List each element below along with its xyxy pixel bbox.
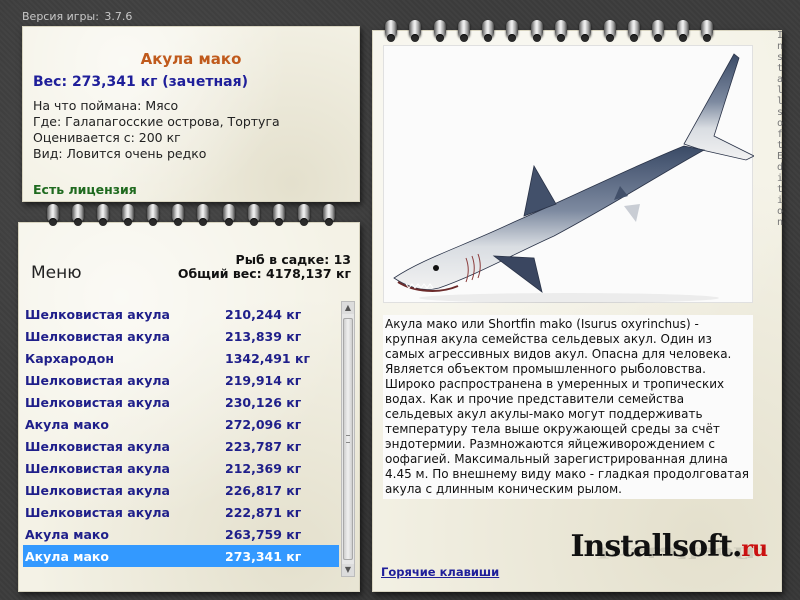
scroll-down-icon[interactable]: ▼ [342,564,354,576]
spiral-ring-icon [196,204,210,226]
fish-list-item-name: Шелковистая акула [25,504,170,520]
fish-list-item-weight: 273,341 кг [225,548,302,564]
fish-list-item[interactable]: Акула мако 263,759 кг [23,523,339,545]
fish-list-item[interactable]: Шелковистая акула 226,817 кг [23,479,339,501]
fish-list-item-name: Шелковистая акула [25,306,170,322]
total-weight: Общий вес: 4178,137 кг [177,266,351,281]
fish-list-item-name: Шелковистая акула [25,394,170,410]
fish-list-item[interactable]: Шелковистая акула 230,126 кг [23,391,339,413]
fish-count: Рыб в садке: 13 [235,252,351,267]
fish-title: Акула мако [140,50,242,68]
catch-list-panel: Меню Рыб в садке: 13 Общий вес: 4178,137… [18,222,360,592]
menu-button[interactable]: Меню [31,263,82,283]
fish-description-panel: Акула мако или Shortfin mako (Isurus oxy… [372,30,782,592]
edition-side-text: InstallsoftEdition [776,30,784,228]
fish-location: Где: Галапагосские острова, Тортуга [33,114,280,129]
scroll-thumb[interactable] [343,318,353,560]
fish-list-item[interactable]: Акула мако 273,341 кг [23,545,339,567]
fish-list-item-weight: 222,871 кг [225,504,302,520]
fish-list-item-weight: 219,914 кг [225,372,302,388]
brand-reflection: Installsoft. [596,543,767,562]
fish-description: Акула мако или Shortfin mako (Isurus oxy… [383,315,753,499]
fish-list-item-name: Шелковистая акула [25,372,170,388]
fish-list-item-weight: 230,126 кг [225,394,302,410]
fish-list: Шелковистая акула 210,244 кг Шелковистая а… [23,303,339,567]
spiral-ring-icon [46,204,60,226]
fish-list-item-name: Шелковистая акула [25,438,170,454]
fish-list-item-weight: 1342,491 кг [225,350,310,366]
fish-list-item[interactable]: Шелковистая акула 213,839 кг [23,325,339,347]
spiral-ring-icon [297,204,311,226]
fish-list-item-name: Шелковистая акула [25,460,170,476]
spiral-ring-icon [222,204,236,226]
fish-info-panel: Акула мако Вес: 273,341 кг (зачетная) На… [22,26,360,202]
fish-list-item-weight: 213,839 кг [225,328,302,344]
spiral-ring-icon [247,204,261,226]
list-scrollbar[interactable]: ▲ ▼ [341,301,355,577]
spiral-ring-icon [433,20,447,42]
spiral-ring-icon [146,204,160,226]
fish-list-item[interactable]: Шелковистая акула 219,914 кг [23,369,339,391]
fish-list-item[interactable]: Шелковистая акула 212,369 кг [23,457,339,479]
fish-list-item-name: Кархародон [25,350,114,366]
catch-stats: Рыб в садке: 13 Общий вес: 4178,137 кг [178,253,351,281]
grip-icon [346,435,350,443]
spiral-ring-icon [530,20,544,42]
fish-list-item-name: Шелковистая акула [25,482,170,498]
fish-list-item-name: Акула мако [25,416,109,432]
fish-list-item[interactable]: Шелковистая акула 222,871 кг [23,501,339,523]
right-panel-rings [384,20,714,42]
fish-list-item[interactable]: Шелковистая акула 223,787 кг [23,435,339,457]
fish-list-item-name: Акула мако [25,526,109,542]
fish-rarity: Вид: Ловится очень редко [33,146,207,161]
spiral-ring-icon [384,20,398,42]
spiral-ring-icon [481,20,495,42]
spiral-ring-icon [554,20,568,42]
fish-photo [383,45,755,303]
fish-bait: На что поймана: Мясо [33,98,179,113]
fish-list-item[interactable]: Кархародон 1342,491 кг [23,347,339,369]
fish-list-item-weight: 212,369 кг [225,460,302,476]
fish-list-item[interactable]: Акула мако 272,096 кг [23,413,339,435]
spiral-ring-icon [578,20,592,42]
version-label: Версия игры: [22,10,99,23]
list-panel-rings [46,204,336,226]
fish-list-item-weight: 263,759 кг [225,526,302,542]
spiral-ring-icon [322,204,336,226]
spiral-ring-icon [408,20,422,42]
spiral-ring-icon [457,20,471,42]
spiral-ring-icon [676,20,690,42]
fish-weight: Вес: 273,341 кг (зачетная) [33,74,248,90]
license-status: Есть лицензия [33,182,137,197]
game-version: Версия игры: 3.7.6 [20,10,132,23]
fish-list-item[interactable]: Шелковистая акула 210,244 кг [23,303,339,325]
spiral-ring-icon [171,204,185,226]
spiral-ring-icon [96,204,110,226]
scroll-up-icon[interactable]: ▲ [342,302,354,314]
fish-list-item-weight: 210,244 кг [225,306,302,322]
spiral-ring-icon [121,204,135,226]
fish-list-item-weight: 272,096 кг [225,416,302,432]
spiral-ring-icon [627,20,641,42]
spiral-ring-icon [272,204,286,226]
spiral-ring-icon [700,20,714,42]
version-number: 3.7.6 [104,10,133,23]
spiral-ring-icon [651,20,665,42]
spiral-ring-icon [505,20,519,42]
fish-list-item-name: Акула мако [25,548,109,564]
fish-list-item-weight: 223,787 кг [225,438,302,454]
hotkeys-link[interactable]: Горячие клавиши [381,565,499,579]
shark-illustration [393,53,755,303]
fish-list-item-weight: 226,817 кг [225,482,302,498]
fish-list-item-name: Шелковистая акула [25,328,170,344]
spiral-ring-icon [71,204,85,226]
fish-valuation: Оценивается с: 200 кг [33,130,181,145]
spiral-ring-icon [603,20,617,42]
